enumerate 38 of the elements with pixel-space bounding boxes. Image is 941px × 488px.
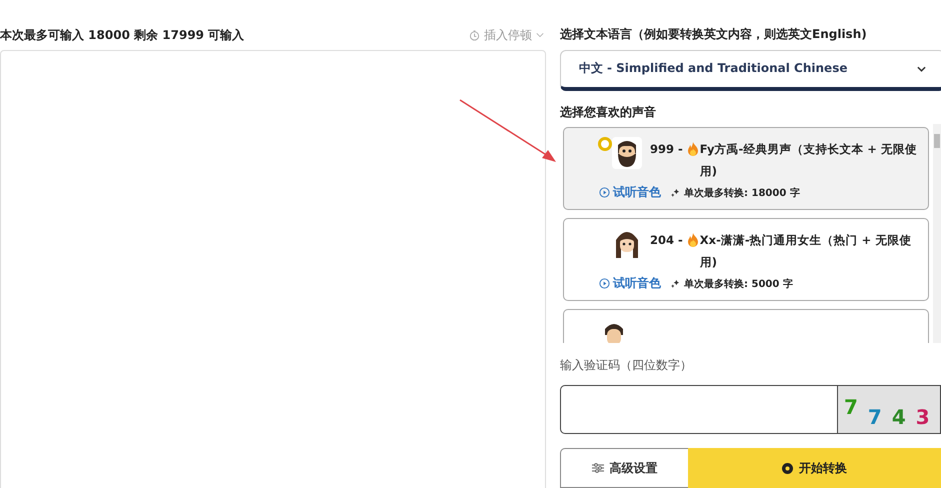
text-input[interactable] [0, 50, 546, 488]
conversion-limit: 单次最多转换: 5000 字 [684, 277, 793, 291]
chevron-icon [536, 32, 544, 38]
clock-icon [469, 30, 480, 40]
captcha-digit: 7 [844, 395, 858, 420]
character-counter: 本次最多可输入 18000 剩余 17999 可输入 [0, 26, 244, 44]
radio-icon [598, 137, 612, 152]
voice-label: 选择您喜欢的声音 [560, 104, 657, 121]
avatar-icon [612, 137, 642, 170]
voice-name: Xx-潇潇-热门通用女生（热门 + 无限使用) [700, 232, 912, 272]
voice-card[interactable]: 999 - Fy方禹-经典男声（支持长文本 + 无限使用) 试听音色 单次最多转换: 18000 字 [563, 127, 929, 210]
sliders-icon [592, 463, 604, 474]
language-label: 选择文本语言（例如要转换英文内容，则选英文English) [560, 26, 868, 44]
voice-number: 204 - [650, 232, 683, 250]
start-conversion-button[interactable]: 开始转换 [688, 448, 941, 488]
preview-link[interactable]: 试听音色 [599, 184, 661, 202]
sparkle-icon [671, 279, 680, 288]
chevron-icon [917, 66, 926, 72]
captcha-digit: 3 [916, 405, 930, 430]
voice-card[interactable]: 204 - Xx-潇潇-热门通用女生（热门 + 无限使用) 试听音色 单次最多转换: 5000 字 [563, 218, 929, 302]
captcha-label: 输入验证码（四位数字） [560, 357, 693, 374]
play-icon [599, 278, 610, 290]
language-dropdown[interactable]: 中文 - Simplified and Traditional Chinese [560, 50, 941, 91]
captcha-digit: 4 [892, 405, 906, 430]
record-icon [782, 462, 793, 474]
play-icon [599, 187, 610, 198]
captcha-digit: 7 [868, 405, 882, 430]
flame-icon [686, 142, 699, 156]
scrollbar[interactable] [933, 124, 941, 343]
flame-icon [686, 233, 699, 248]
captcha-field[interactable] [560, 384, 838, 434]
preview-link[interactable]: 试听音色 [599, 275, 661, 292]
sparkle-icon [671, 188, 680, 198]
advanced-settings-button[interactable]: 高级设置 [560, 448, 688, 488]
conversion-limit: 单次最多转换: 18000 字 [684, 186, 800, 200]
captcha-image[interactable]: 7 7 4 3 [838, 384, 941, 434]
voice-number: 999 - [650, 141, 683, 158]
voice-name: Fy方禹-经典男声（支持长文本 + 无限使用) [700, 141, 918, 180]
